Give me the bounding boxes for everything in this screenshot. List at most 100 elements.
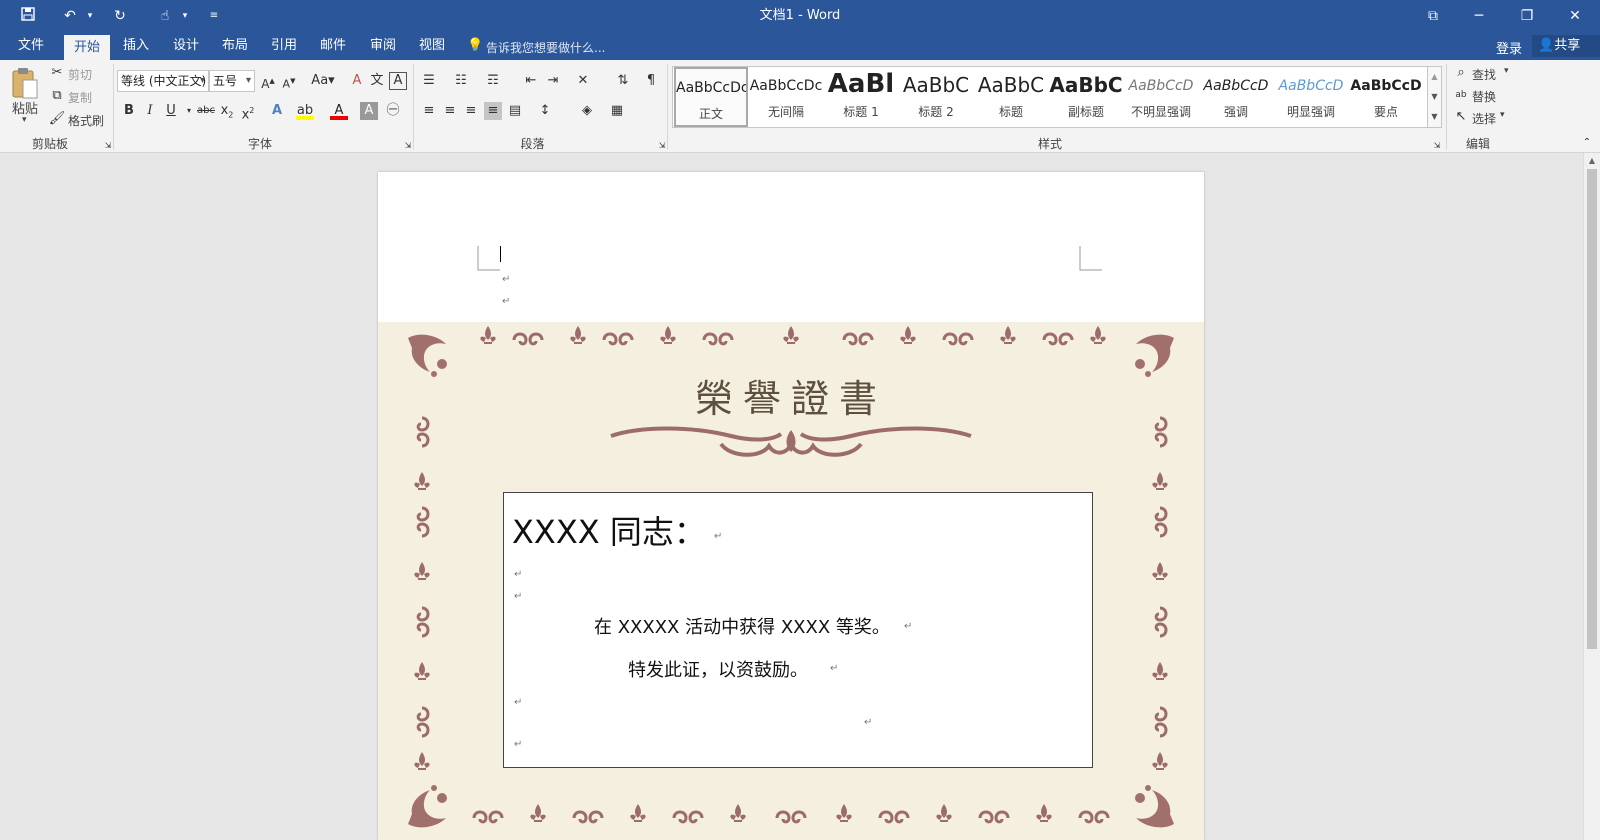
find-button[interactable]: 查找 (1472, 66, 1496, 83)
style-normal[interactable]: AaBbCcDc 正文 (674, 67, 748, 127)
tab-mailings[interactable]: 邮件 (310, 32, 356, 60)
tab-view[interactable]: 视图 (409, 32, 455, 60)
style-emphasis[interactable]: AaBbCcD 强调 (1199, 67, 1273, 127)
copy-button[interactable]: 复制 (68, 89, 92, 106)
highlight-icon[interactable]: ab (296, 102, 314, 120)
restore-icon[interactable]: ❐ (1504, 0, 1550, 32)
cut-button[interactable]: 剪切 (68, 66, 92, 83)
align-right-icon[interactable]: ≡ (462, 102, 480, 120)
grow-font-icon[interactable]: A▲ (259, 72, 277, 91)
certificate-background: 榮譽證書 XXXX 同志： ↵ ↵ ↵ 在 XXXXX 活动中获得 XXXX 等… (378, 322, 1204, 840)
font-color-icon[interactable]: A (330, 102, 348, 120)
styles-scroll[interactable]: ▲ ▼ ▼ (1428, 66, 1442, 128)
style-name: 要点 (1373, 105, 1398, 119)
italic-icon[interactable]: I (141, 102, 159, 120)
touch-mode-icon[interactable]: ☝ (155, 6, 175, 26)
phonetic-guide-icon[interactable]: 文 (368, 72, 386, 90)
align-center-icon[interactable]: ≡ (441, 102, 459, 120)
scroll-thumb[interactable] (1587, 169, 1597, 649)
shading-icon[interactable]: ◈ (578, 102, 596, 120)
tab-layout[interactable]: 布局 (212, 32, 258, 60)
decrease-indent-icon[interactable]: ⇤ (522, 72, 540, 90)
justify-icon[interactable]: ≡ (484, 102, 502, 120)
tab-design[interactable]: 设计 (163, 32, 209, 60)
sort-icon[interactable]: ⇅ (614, 72, 632, 90)
style-strong[interactable]: AaBbCcD 要点 (1349, 67, 1423, 127)
bullets-icon[interactable]: ☰ (420, 72, 438, 90)
tab-references[interactable]: 引用 (261, 32, 307, 60)
scroll-up-icon[interactable]: ▲ (1428, 67, 1441, 87)
enclose-characters-icon[interactable]: ㊀ (384, 102, 402, 120)
style-intense-emphasis[interactable]: AaBbCcD 明显强调 (1274, 67, 1348, 127)
tab-home[interactable]: 开始 (64, 35, 111, 60)
show-marks-icon[interactable]: ¶ (642, 72, 660, 90)
align-left-icon[interactable]: ≡ (420, 102, 438, 120)
tab-file[interactable]: 文件 (8, 32, 54, 60)
increase-indent-icon[interactable]: ⇥ (544, 72, 562, 90)
tab-insert[interactable]: 插入 (113, 32, 159, 60)
certificate-text-box[interactable]: XXXX 同志： ↵ ↵ ↵ 在 XXXXX 活动中获得 XXXX 等奖。 ↵ … (503, 492, 1093, 768)
styles-group-label: 样式 (1037, 137, 1062, 151)
style-preview: AaBbCcD (1350, 78, 1422, 94)
collapse-ribbon-icon[interactable]: ⌃ (1578, 134, 1596, 152)
vertical-scrollbar[interactable]: ▲ (1583, 153, 1600, 840)
style-name: 标题 2 (918, 105, 954, 119)
style-heading-1[interactable]: AaBl 标题 1 (824, 67, 898, 127)
undo-dropdown-icon[interactable]: ▾ (80, 6, 100, 26)
close-icon[interactable]: ✕ (1552, 0, 1598, 32)
style-subtitle[interactable]: AaBbC 副标题 (1049, 67, 1123, 127)
encouragement-line: 特发此证，以资鼓励。 (628, 660, 808, 681)
text-cursor (500, 246, 501, 262)
touch-dropdown-icon[interactable]: ▾ (175, 6, 195, 26)
font-name-select[interactable]: 等线 (中文正文) (117, 70, 209, 92)
select-dropdown-icon[interactable]: ▾ (1500, 110, 1505, 120)
ribbon-display-icon[interactable]: ⧉ (1410, 0, 1456, 32)
select-button[interactable]: 选择 (1472, 110, 1496, 127)
redo-icon[interactable]: ↻ (110, 6, 130, 26)
subscript-icon[interactable]: x2 (218, 102, 236, 120)
save-icon[interactable] (18, 6, 38, 26)
replace-button[interactable]: 替换 (1472, 88, 1496, 105)
distributed-icon[interactable]: ▤ (506, 102, 524, 120)
tell-me-input[interactable]: 告诉我您想要做什么... (486, 39, 605, 56)
paragraph-mark: ↵ (514, 697, 523, 708)
text-effects-icon[interactable]: A (268, 102, 286, 120)
sign-in-link[interactable]: 登录 (1496, 38, 1522, 57)
clear-formatting-icon[interactable]: A (348, 72, 366, 90)
character-border-icon[interactable]: A (389, 72, 407, 90)
paragraph-group-label: 段落 (520, 137, 545, 151)
scroll-up-arrow-icon[interactable]: ▲ (1584, 153, 1600, 169)
format-painter-button[interactable]: 格式刷 (68, 112, 104, 129)
borders-icon[interactable]: ▦ (608, 102, 626, 120)
change-case-icon[interactable]: Aa▾ (308, 72, 338, 90)
style-name: 副标题 (1067, 105, 1104, 119)
paste-dropdown-icon[interactable]: ▾ (22, 115, 27, 125)
style-title[interactable]: AaBbC 标题 (974, 67, 1048, 127)
bold-icon[interactable]: B (120, 102, 138, 120)
customize-qat-icon[interactable]: ≡ (204, 6, 224, 26)
numbering-icon[interactable]: ☷ (452, 72, 470, 90)
style-subtle-emphasis[interactable]: AaBbCcD 不明显强调 (1124, 67, 1198, 127)
tab-review[interactable]: 审阅 (360, 32, 406, 60)
paste-icon[interactable] (10, 66, 40, 100)
chinese-layout-icon[interactable]: ✕ (574, 72, 592, 90)
superscript-icon[interactable]: x2 (239, 102, 257, 122)
character-shading-icon[interactable]: A (360, 102, 378, 120)
undo-icon[interactable]: ↶ (60, 6, 80, 26)
group-divider (1446, 64, 1447, 150)
strikethrough-icon[interactable]: abc (196, 102, 216, 120)
scroll-down-icon[interactable]: ▼ (1428, 87, 1441, 107)
font-size-select[interactable]: 五号 (209, 70, 255, 92)
shrink-font-icon[interactable]: A▼ (280, 72, 298, 91)
style-preview: AaBbCcD (1128, 78, 1194, 94)
minimize-icon[interactable]: ─ (1456, 0, 1502, 32)
style-no-spacing[interactable]: AaBbCcDc 无间隔 (749, 67, 823, 127)
document-page[interactable]: ↵ ↵ 榮譽證書 XXXX 同志： ↵ ↵ ↵ 在 XXXXX 活动中获得 XX… (378, 172, 1204, 840)
style-heading-2[interactable]: AaBbC 标题 2 (899, 67, 973, 127)
underline-icon[interactable]: U (162, 102, 180, 120)
multilevel-list-icon[interactable]: ☶ (484, 72, 502, 90)
line-spacing-icon[interactable]: ↕ (536, 102, 554, 120)
more-styles-icon[interactable]: ▼ (1428, 107, 1441, 127)
share-button[interactable]: 👤共享 (1532, 35, 1600, 57)
find-dropdown-icon[interactable]: ▾ (1504, 66, 1509, 76)
